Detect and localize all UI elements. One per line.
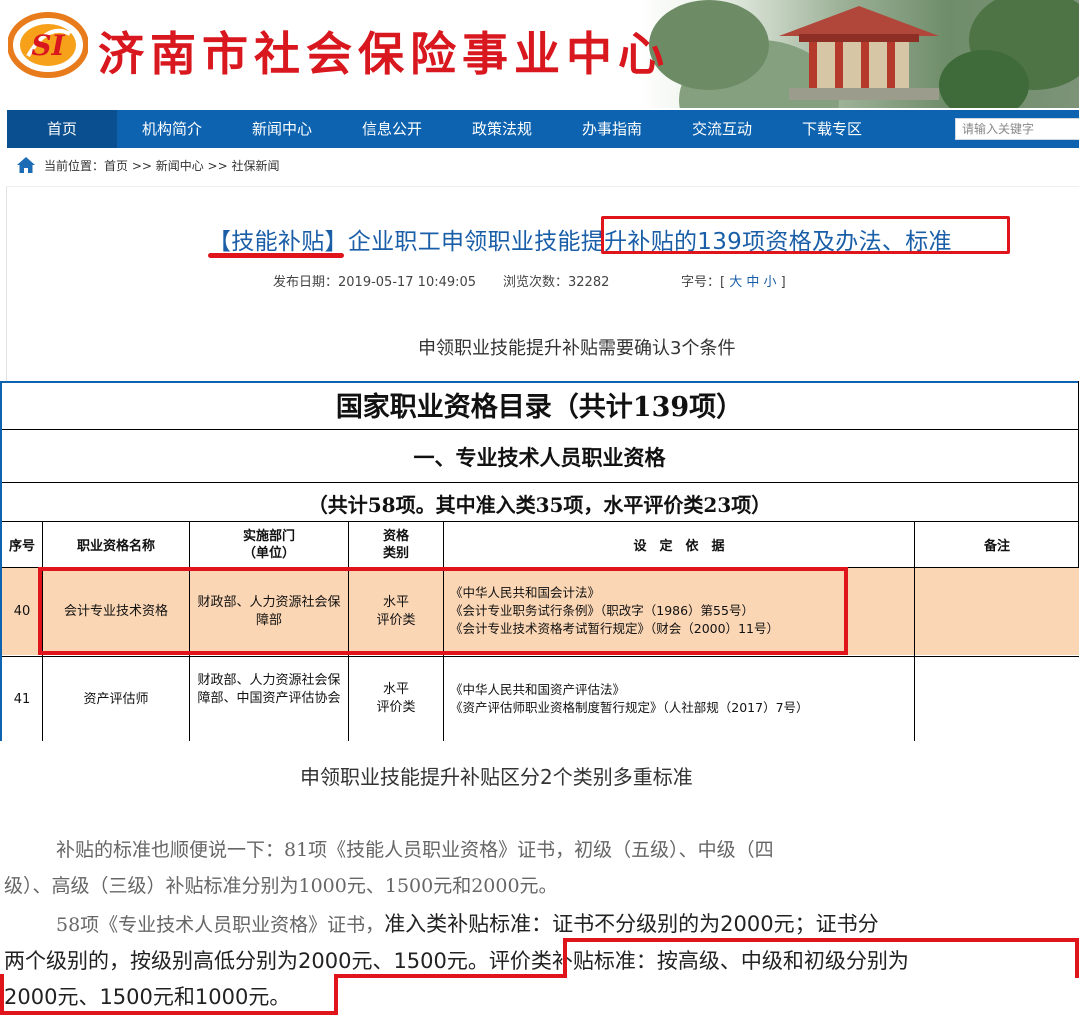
- table-row-41-category: 水平 评价类: [376, 682, 416, 715]
- table-row-41-basis: 《中华人民共和国资产评估法》 《资产评估师职业资格制度暂行规定》（人社部规（20…: [450, 682, 809, 715]
- annotation-box-standard-mid: [334, 974, 567, 978]
- main-nav: 首页 机构简介 新闻中心 信息公开 政策法规 办事指南 交流互动 下载专区 请输…: [7, 110, 1079, 148]
- font-size-label: 字号：[: [681, 275, 726, 290]
- nav-item-policy[interactable]: 政策法规: [447, 110, 557, 148]
- table-title: 国家职业资格目录（共计139项）: [335, 392, 744, 423]
- col-header-basis: 设 定 依 据: [633, 539, 725, 554]
- site-title: 济南市社会保险事业中心: [98, 27, 670, 81]
- nav-item-guide[interactable]: 办事指南: [557, 110, 667, 148]
- annotation-box-standard-top: [563, 938, 1079, 978]
- font-size-control: 字号：[ 大 中 小 ]: [681, 271, 786, 290]
- table-row-40-no: 40: [13, 604, 31, 619]
- article-title-tag: 【技能补贴】: [208, 229, 348, 255]
- col-header-category: 资格 类别: [382, 529, 409, 561]
- table-section: 一、专业技术人员职业资格: [413, 445, 666, 470]
- nav-item-home[interactable]: 首页: [7, 110, 117, 148]
- font-size-close: ]: [780, 275, 786, 290]
- home-icon[interactable]: [16, 156, 36, 174]
- col-header-no: 序号: [8, 539, 35, 554]
- annotation-box-standard-bottom: [0, 974, 338, 1015]
- nav-item-about[interactable]: 机构简介: [117, 110, 227, 148]
- subheading-conditions: 申领职业技能提升补贴需要确认3个条件: [418, 338, 736, 359]
- subheading-standards: 申领职业技能提升补贴区分2个类别多重标准: [300, 765, 693, 789]
- body-paragraph-1: 补贴的标准也顺便说一下：81项《技能人员职业资格》证书，初级（五级）、中级（四 …: [0, 832, 1079, 904]
- annotation-box-title: [601, 216, 1010, 254]
- breadcrumb-text[interactable]: 当前位置：首页 >> 新闻中心 >> 社保新闻: [44, 157, 279, 174]
- svg-text:SI: SI: [31, 29, 65, 62]
- site-header: SI 济南市社会保险事业中心: [0, 0, 1079, 108]
- col-header-note: 备注: [983, 539, 1010, 554]
- nav-item-news[interactable]: 新闻中心: [227, 110, 337, 148]
- col-header-dept: 实施部门 （单位）: [242, 529, 295, 561]
- publish-date: 发布日期：2019-05-17 10:49:05: [273, 275, 477, 290]
- table-row-41-dept: 财政部、人力资源社会保障部、中国资产评估协会: [197, 673, 341, 706]
- nav-item-interact[interactable]: 交流互动: [667, 110, 777, 148]
- header-scenery-image: [639, 0, 1079, 108]
- font-size-options[interactable]: 大 中 小: [729, 275, 776, 290]
- nav-item-download[interactable]: 下载专区: [777, 110, 887, 148]
- col-header-name: 职业资格名称: [76, 539, 155, 554]
- annotation-underline: [208, 253, 344, 258]
- annotation-box-row40: [38, 567, 848, 655]
- si-logo-icon: SI: [8, 12, 88, 78]
- qualification-table: 国家职业资格目录（共计139项） 一、专业技术人员职业资格 （共计58项。其中准…: [0, 381, 1079, 741]
- nav-item-info[interactable]: 信息公开: [337, 110, 447, 148]
- search-input[interactable]: 请输入关键字: [955, 118, 1079, 140]
- view-count: 浏览次数：32282: [503, 275, 610, 290]
- table-row-41-no: 41: [13, 692, 31, 707]
- table-summary: （共计58项。其中准入类35项，水平评价类23项）: [307, 493, 772, 517]
- table-row-41-name: 资产评估师: [83, 692, 149, 707]
- body-line-1: 补贴的标准也顺便说一下：81项《技能人员职业资格》证书，初级（五级）、中级（四: [56, 839, 774, 861]
- body-line-2: 级）、高级（三级）补贴标准分别为1000元、1500元和2000元。: [4, 875, 558, 897]
- breadcrumb: 当前位置：首页 >> 新闻中心 >> 社保新闻: [16, 155, 279, 175]
